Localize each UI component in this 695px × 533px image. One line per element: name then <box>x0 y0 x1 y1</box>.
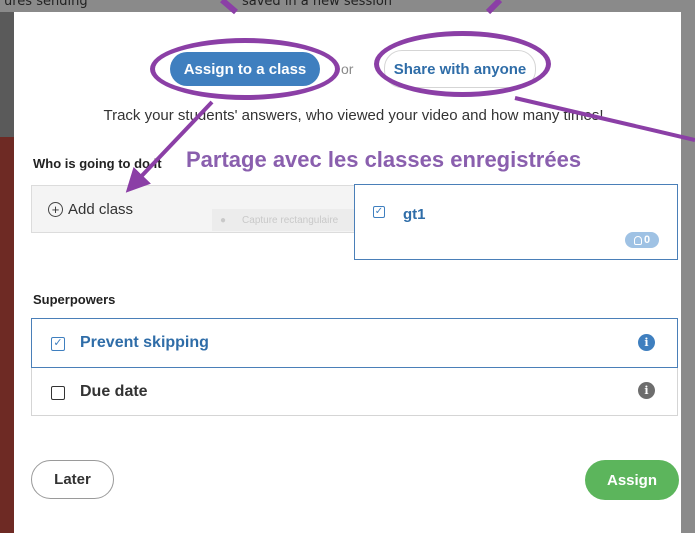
superpower-row-prevent-skipping[interactable]: ✓ Prevent skipping i <box>31 318 678 368</box>
annotation-title: Partage avec les classes enregistrées <box>186 147 582 172</box>
or-separator: or <box>341 61 354 77</box>
plus-circle-icon: + <box>48 202 63 217</box>
class-name: gt1 <box>403 206 426 223</box>
background-text-center: saved in a new session <box>242 0 393 9</box>
student-count-badge: 0 <box>625 232 659 248</box>
assign-modal <box>14 12 681 532</box>
later-button[interactable]: Later <box>31 460 114 499</box>
superpower-label: Due date <box>80 383 148 400</box>
student-count: 0 <box>643 234 651 246</box>
due-date-checkbox[interactable] <box>51 386 65 400</box>
annotation-circle-assign <box>150 38 340 100</box>
class-checkbox-checked[interactable]: ✓ <box>373 206 385 218</box>
assign-button[interactable]: Assign <box>585 460 679 500</box>
ghost-dot-icon: ● <box>220 214 227 226</box>
superpower-row-due-date[interactable]: Due date i <box>31 368 678 416</box>
person-icon <box>633 235 642 245</box>
class-card-gt1[interactable]: ✓ gt1 0 <box>354 184 678 260</box>
info-icon[interactable]: i <box>638 334 655 351</box>
description-text: Track your students' answers, who viewed… <box>103 107 604 124</box>
prevent-skipping-checkbox[interactable]: ✓ <box>51 337 65 351</box>
background-right-strip <box>681 12 695 533</box>
background-app-bar: ures sending saved in a new session <box>0 0 695 12</box>
who-section-label: Who is going to do it <box>33 156 162 171</box>
superpower-label: Prevent skipping <box>80 334 209 351</box>
annotation-circle-share <box>374 31 551 97</box>
background-text-left: ures sending <box>4 0 88 9</box>
add-class-label: Add class <box>68 201 134 218</box>
ghost-tooltip-text: Capture rectangulaire <box>242 214 339 226</box>
superpowers-label: Superpowers <box>33 292 116 307</box>
info-icon[interactable]: i <box>638 382 655 399</box>
